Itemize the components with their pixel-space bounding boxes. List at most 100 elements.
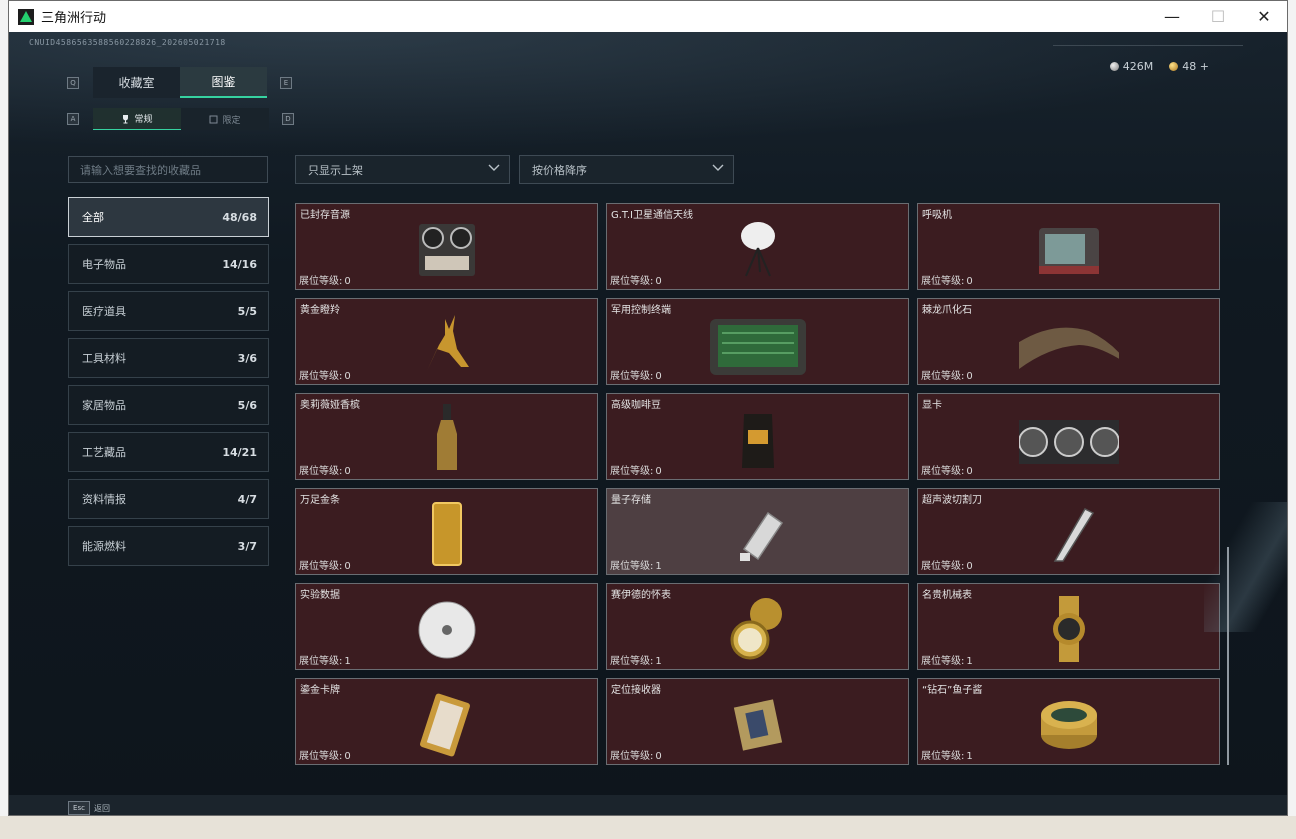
item-level: 展位等级: 0 xyxy=(610,462,662,477)
item-name: 实验数据 xyxy=(300,590,340,601)
level-label: 展位等级: xyxy=(921,371,965,382)
category-household[interactable]: 家居物品 5/6 xyxy=(68,385,269,425)
category-medical[interactable]: 医疗道具 5/5 xyxy=(68,291,269,331)
data-disc-icon xyxy=(397,594,497,664)
title-bar: 三角洲行动 — ☐ ✕ xyxy=(9,1,1287,32)
item-name: 超声波切割刀 xyxy=(922,495,982,506)
header-divider xyxy=(1053,45,1243,46)
item-name: 定位接收器 xyxy=(611,685,661,696)
item-card[interactable]: 黄金瞪羚 展位等级: 0 xyxy=(295,298,598,385)
gold-currency[interactable]: 48 + xyxy=(1169,60,1209,73)
item-card[interactable]: 实验数据 展位等级: 1 xyxy=(295,583,598,670)
item-card[interactable]: 棘龙爪化石 展位等级: 0 xyxy=(917,298,1220,385)
desktop-bottom-edge xyxy=(0,816,1296,839)
coffee-bag-icon xyxy=(708,404,808,474)
category-label: 全部 xyxy=(82,211,104,224)
item-card[interactable]: “钻石”鱼子酱 展位等级: 1 xyxy=(917,678,1220,765)
item-card[interactable]: G.T.I卫星通信天线 展位等级: 0 xyxy=(606,203,909,290)
category-all[interactable]: 全部 48/68 xyxy=(68,197,269,237)
item-name: G.T.I卫星通信天线 xyxy=(611,210,693,221)
level-label: 展位等级: xyxy=(921,561,965,572)
level-value: 0 xyxy=(966,466,973,477)
item-name: 军用控制终端 xyxy=(611,305,671,316)
level-label: 展位等级: xyxy=(610,561,654,572)
add-currency-button[interactable]: + xyxy=(1200,60,1209,73)
game-viewport: CNUID4586563588560228826_202605021718 42… xyxy=(9,32,1287,815)
close-button[interactable]: ✕ xyxy=(1241,1,1287,32)
level-value: 1 xyxy=(966,751,973,762)
item-name: 奥莉薇娅香槟 xyxy=(300,400,360,411)
golden-gazelle-icon xyxy=(397,309,497,379)
champagne-icon xyxy=(397,404,497,474)
item-name: 高级咖啡豆 xyxy=(611,400,661,411)
item-card[interactable]: 量子存储 展位等级: 1 xyxy=(606,488,909,575)
item-card[interactable]: 名贵机械表 展位等级: 1 xyxy=(917,583,1220,670)
caviar-tin-icon xyxy=(1019,689,1119,759)
category-count: 14/21 xyxy=(222,445,257,459)
search-input[interactable]: 请输入想要查找的收藏品 xyxy=(68,156,268,183)
gilded-card-icon xyxy=(397,689,497,759)
item-card[interactable]: 已封存音源 展位等级: 0 xyxy=(295,203,598,290)
silver-amount: 426M xyxy=(1122,60,1154,73)
item-level: 展位等级: 1 xyxy=(921,652,973,667)
item-card[interactable]: 军用控制终端 展位等级: 0 xyxy=(606,298,909,385)
item-card[interactable]: 超声波切割刀 展位等级: 0 xyxy=(917,488,1220,575)
category-label: 电子物品 xyxy=(82,258,126,271)
level-value: 0 xyxy=(344,276,351,287)
gold-coin-icon xyxy=(1169,62,1179,71)
category-count: 48/68 xyxy=(222,210,257,224)
shelf-filter-dropdown[interactable]: 只显示上架 xyxy=(295,155,510,184)
currency-panel: 426M 48 + xyxy=(1109,60,1209,73)
category-intel[interactable]: 资料情报 4/7 xyxy=(68,479,269,519)
category-crafts[interactable]: 工艺藏品 14/21 xyxy=(68,432,269,472)
desktop-right-edge xyxy=(1288,0,1296,839)
graphics-card-icon xyxy=(1019,404,1119,474)
item-card[interactable]: 奥莉薇娅香槟 展位等级: 0 xyxy=(295,393,598,480)
level-value: 0 xyxy=(655,276,662,287)
maximize-button[interactable]: ☐ xyxy=(1195,1,1241,32)
wristwatch-icon xyxy=(1019,594,1119,664)
limited-icon xyxy=(209,115,218,123)
pocket-watch-icon xyxy=(708,594,808,664)
item-level: 展位等级: 1 xyxy=(610,557,662,572)
level-label: 展位等级: xyxy=(610,466,654,477)
category-tools[interactable]: 工具材料 3/6 xyxy=(68,338,269,378)
gold-amount: 48 xyxy=(1182,60,1197,73)
sort-dropdown[interactable]: 按价格降序 xyxy=(519,155,734,184)
level-value: 0 xyxy=(966,371,973,382)
claw-fossil-icon xyxy=(1019,309,1119,379)
item-level: 展位等级: 0 xyxy=(299,367,351,382)
subtab-regular[interactable]: 常规 xyxy=(93,108,181,130)
item-name: “钻石”鱼子酱 xyxy=(922,685,983,696)
item-card[interactable]: 万足金条 展位等级: 0 xyxy=(295,488,598,575)
item-card[interactable]: 定位接收器 展位等级: 0 xyxy=(606,678,909,765)
level-value: 0 xyxy=(344,561,351,572)
item-name: 万足金条 xyxy=(300,495,340,506)
category-electronics[interactable]: 电子物品 14/16 xyxy=(68,244,269,284)
item-card[interactable]: 鎏金卡牌 展位等级: 0 xyxy=(295,678,598,765)
grid-scrollbar[interactable] xyxy=(1227,547,1229,765)
minimize-button[interactable]: — xyxy=(1149,1,1195,32)
control-terminal-icon xyxy=(708,309,808,379)
item-card[interactable]: 高级咖啡豆 展位等级: 0 xyxy=(606,393,909,480)
app-logo-icon xyxy=(18,8,34,25)
category-energy[interactable]: 能源燃料 3/7 xyxy=(68,526,269,566)
level-label: 展位等级: xyxy=(299,466,343,477)
silver-currency: 426M xyxy=(1109,60,1154,73)
item-card[interactable]: 显卡 展位等级: 0 xyxy=(917,393,1220,480)
tab-catalog[interactable]: 图鉴 xyxy=(180,67,267,98)
level-value: 1 xyxy=(344,656,351,667)
tab-collection-room[interactable]: 收藏室 xyxy=(93,67,180,98)
item-level: 展位等级: 0 xyxy=(921,272,973,287)
trophy-icon xyxy=(123,114,129,123)
item-card[interactable]: 赛伊德的怀表 展位等级: 1 xyxy=(606,583,909,670)
item-name: 棘龙爪化石 xyxy=(922,305,972,316)
level-label: 展位等级: xyxy=(610,656,654,667)
back-button[interactable]: Esc 返回 xyxy=(68,801,110,815)
subtab-limited[interactable]: 限定 xyxy=(181,108,269,130)
level-label: 展位等级: xyxy=(921,751,965,762)
item-card[interactable]: 呼吸机 展位等级: 0 xyxy=(917,203,1220,290)
level-value: 0 xyxy=(655,371,662,382)
item-level: 展位等级: 1 xyxy=(921,747,973,762)
key-hint-q: Q xyxy=(67,77,79,89)
